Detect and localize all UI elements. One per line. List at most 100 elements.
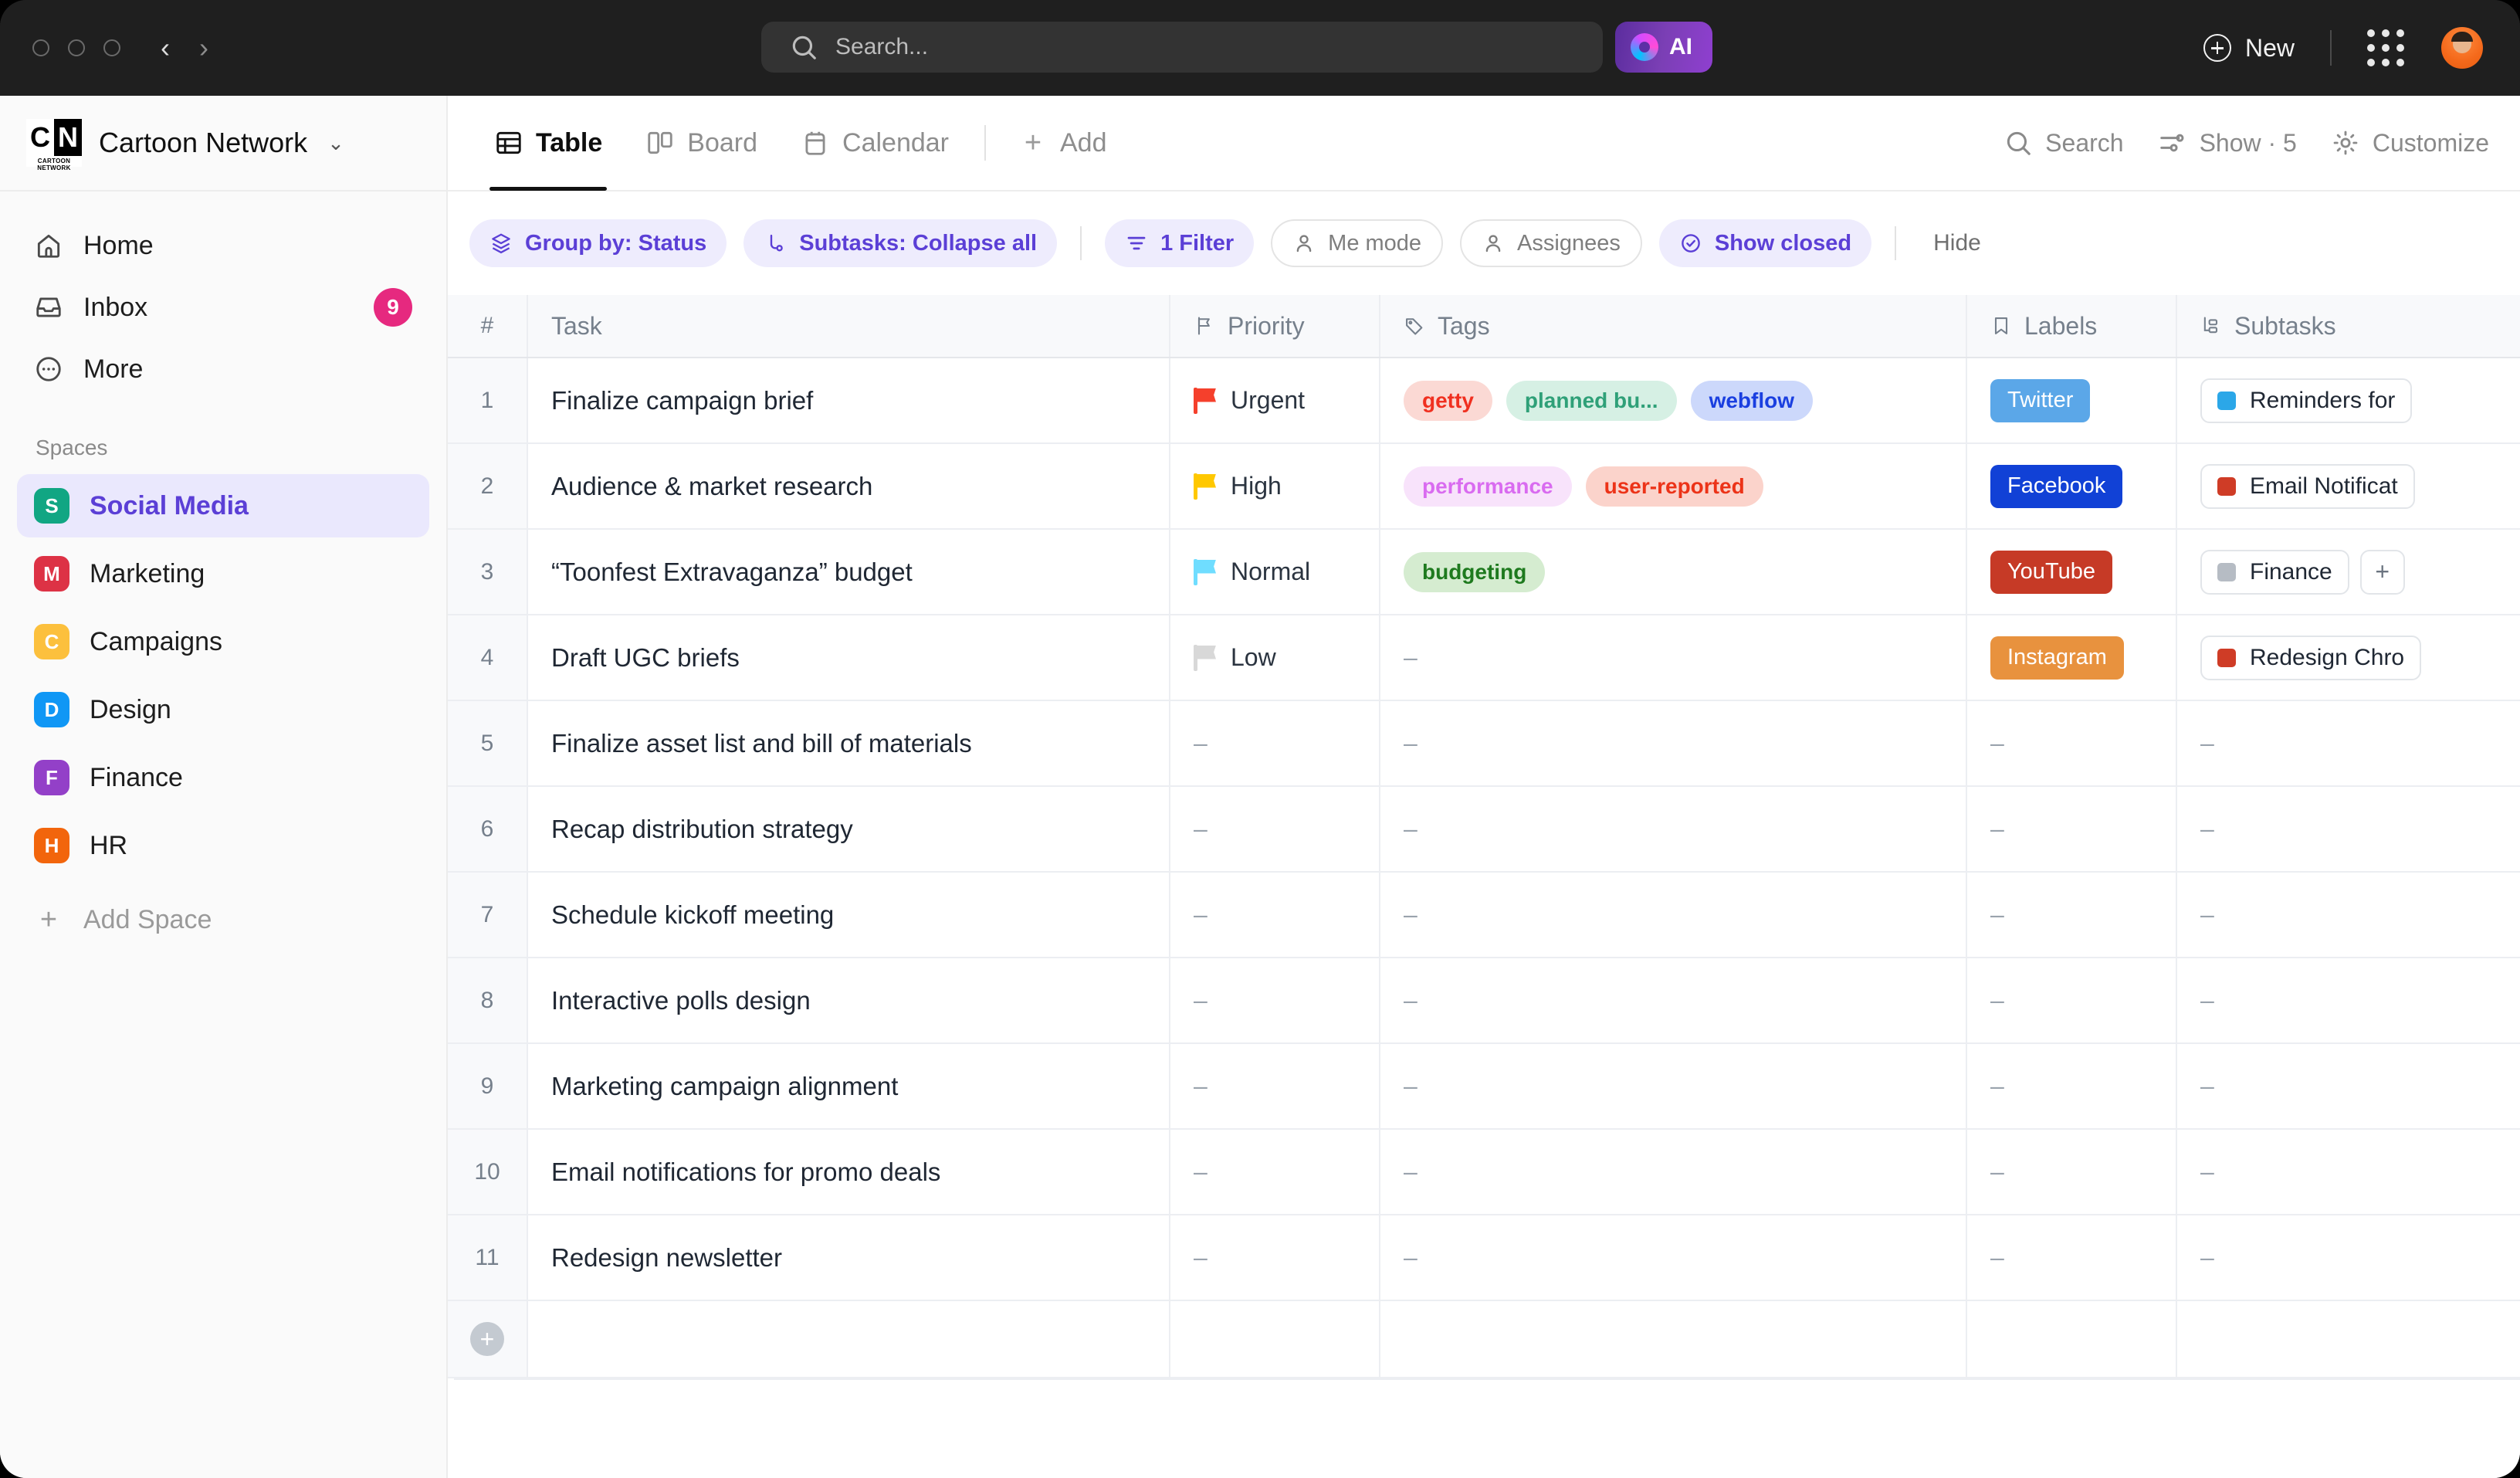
subtask-chip[interactable]: Redesign Chro xyxy=(2200,635,2422,680)
tags-cell[interactable]: – xyxy=(1380,958,1967,1042)
sidebar-item-home[interactable]: Home xyxy=(17,215,429,276)
priority-cell[interactable]: – xyxy=(1170,701,1380,785)
apps-grid-icon[interactable] xyxy=(2367,29,2404,66)
forward-arrow-icon[interactable]: › xyxy=(199,34,208,62)
table-row[interactable]: 6 Recap distribution strategy – – – – xyxy=(448,787,2520,873)
task-name-cell[interactable]: Finalize campaign brief xyxy=(528,358,1170,442)
label-chip[interactable]: Instagram xyxy=(1990,636,2124,680)
add-subtask-button[interactable]: + xyxy=(2359,549,2405,595)
sidebar-item-inbox[interactable]: Inbox 9 xyxy=(17,276,429,338)
view-search-button[interactable]: Search xyxy=(2003,128,2124,158)
labels-cell[interactable]: – xyxy=(1967,873,2177,957)
add-task-icon[interactable]: + xyxy=(470,1322,504,1356)
add-row[interactable]: + xyxy=(448,1301,2520,1378)
labels-cell[interactable]: Facebook xyxy=(1967,444,2177,528)
labels-cell[interactable]: Instagram xyxy=(1967,615,2177,700)
tag-chip[interactable]: getty xyxy=(1404,380,1492,421)
subtasks-cell[interactable]: Email Notificat xyxy=(2177,444,2520,528)
priority-cell[interactable]: – xyxy=(1170,958,1380,1042)
priority-cell[interactable]: – xyxy=(1170,1044,1380,1128)
tags-cell[interactable]: – xyxy=(1380,787,1967,871)
priority-cell[interactable]: – xyxy=(1170,873,1380,957)
subtasks-cell[interactable]: – xyxy=(2177,1130,2520,1214)
table-row[interactable]: 2 Audience & market research High performan… xyxy=(448,444,2520,530)
ai-button[interactable]: AI xyxy=(1615,22,1712,73)
add-view-button[interactable]: + Add xyxy=(1000,128,1126,158)
priority-cell[interactable]: – xyxy=(1170,1215,1380,1300)
task-name-cell[interactable]: “Toonfest Extravaganza” budget xyxy=(528,530,1170,614)
tab-board[interactable]: Board xyxy=(624,95,779,191)
priority-cell[interactable]: High xyxy=(1170,444,1380,528)
labels-cell[interactable]: – xyxy=(1967,701,2177,785)
labels-cell[interactable]: – xyxy=(1967,1044,2177,1128)
priority-cell[interactable]: – xyxy=(1170,787,1380,871)
subtasks-cell[interactable]: – xyxy=(2177,873,2520,957)
subtasks-cell[interactable]: Reminders for xyxy=(2177,358,2520,442)
task-name-cell[interactable]: Draft UGC briefs xyxy=(528,615,1170,700)
show-closed-button[interactable]: Show closed xyxy=(1658,219,1872,267)
priority-cell[interactable]: Normal xyxy=(1170,530,1380,614)
label-chip[interactable]: Twitter xyxy=(1990,378,2091,422)
global-search-input[interactable]: Search... xyxy=(761,22,1603,73)
tab-table[interactable]: Table xyxy=(472,95,624,191)
filter-button[interactable]: 1 Filter xyxy=(1105,219,1255,267)
sidebar-space-marketing[interactable]: M Marketing xyxy=(17,542,429,605)
subtask-chip[interactable]: Email Notificat xyxy=(2200,463,2415,509)
subtasks-cell[interactable]: Finance + xyxy=(2177,530,2520,614)
label-chip[interactable]: Facebook xyxy=(1990,464,2123,508)
labels-cell[interactable]: – xyxy=(1967,1215,2177,1300)
labels-cell[interactable]: Twitter xyxy=(1967,358,2177,442)
customize-button[interactable]: Customize xyxy=(2331,128,2489,158)
workspace-switcher[interactable]: C N CARTOON NETWORK Cartoon Network ⌄ xyxy=(0,96,446,192)
task-name-cell[interactable]: Interactive polls design xyxy=(528,958,1170,1042)
assignees-button[interactable]: Assignees xyxy=(1460,219,1642,267)
table-row[interactable]: 4 Draft UGC briefs Low – Instagram Redesign C… xyxy=(448,615,2520,701)
priority-cell[interactable]: – xyxy=(1170,1130,1380,1214)
table-row[interactable]: 3 “Toonfest Extravaganza” budget Normal bud… xyxy=(448,530,2520,615)
me-mode-button[interactable]: Me mode xyxy=(1271,219,1444,267)
table-row[interactable]: 10 Email notifications for promo deals – – –… xyxy=(448,1130,2520,1215)
add-space-button[interactable]: + Add Space xyxy=(17,888,429,951)
tab-calendar[interactable]: Calendar xyxy=(779,95,970,191)
sidebar-space-social-media[interactable]: S Social Media xyxy=(17,474,429,537)
priority-cell[interactable]: Urgent xyxy=(1170,358,1380,442)
maximize-window-dot[interactable] xyxy=(103,39,120,56)
close-window-dot[interactable] xyxy=(32,39,49,56)
tag-chip[interactable]: user-reported xyxy=(1585,466,1763,507)
task-name-cell[interactable]: Email notifications for promo deals xyxy=(528,1130,1170,1214)
subtasks-cell[interactable]: – xyxy=(2177,701,2520,785)
subtasks-cell[interactable]: – xyxy=(2177,1215,2520,1300)
tags-cell[interactable]: – xyxy=(1380,1044,1967,1128)
subtask-chip[interactable]: Reminders for xyxy=(2200,378,2413,423)
task-name-cell[interactable]: Redesign newsletter xyxy=(528,1215,1170,1300)
tags-cell[interactable]: budgeting xyxy=(1380,530,1967,614)
tags-cell[interactable]: – xyxy=(1380,1130,1967,1214)
table-row[interactable]: 8 Interactive polls design – – – – xyxy=(448,958,2520,1044)
tags-cell[interactable]: getty planned bu... webflow xyxy=(1380,358,1967,442)
tag-chip[interactable]: budgeting xyxy=(1404,551,1546,592)
sidebar-space-finance[interactable]: F Finance xyxy=(17,746,429,809)
hide-button[interactable]: Hide xyxy=(1919,230,1995,256)
subtasks-button[interactable]: Subtasks: Collapse all xyxy=(743,219,1058,267)
subtasks-cell[interactable]: – xyxy=(2177,1044,2520,1128)
new-button[interactable]: New xyxy=(2203,34,2295,63)
table-row[interactable]: 5 Finalize asset list and bill of materia… xyxy=(448,701,2520,787)
sidebar-item-more[interactable]: More xyxy=(17,338,429,400)
minimize-window-dot[interactable] xyxy=(68,39,85,56)
subtasks-cell[interactable]: – xyxy=(2177,787,2520,871)
labels-cell[interactable]: – xyxy=(1967,1130,2177,1214)
labels-cell[interactable]: – xyxy=(1967,787,2177,871)
subtask-chip[interactable]: Finance xyxy=(2200,549,2349,595)
subtasks-cell[interactable]: – xyxy=(2177,958,2520,1042)
sidebar-space-hr[interactable]: H HR xyxy=(17,814,429,877)
labels-cell[interactable]: – xyxy=(1967,958,2177,1042)
table-row[interactable]: 11 Redesign newsletter – – – – xyxy=(448,1215,2520,1301)
table-row[interactable]: 9 Marketing campaign alignment – – – – xyxy=(448,1044,2520,1130)
show-button[interactable]: Show · 5 xyxy=(2158,128,2297,158)
task-name-cell[interactable]: Finalize asset list and bill of material… xyxy=(528,701,1170,785)
tag-chip[interactable]: planned bu... xyxy=(1506,380,1677,421)
task-name-cell[interactable]: Recap distribution strategy xyxy=(528,787,1170,871)
tags-cell[interactable]: – xyxy=(1380,1215,1967,1300)
task-name-cell[interactable]: Marketing campaign alignment xyxy=(528,1044,1170,1128)
history-nav[interactable]: ‹ › xyxy=(161,34,208,62)
